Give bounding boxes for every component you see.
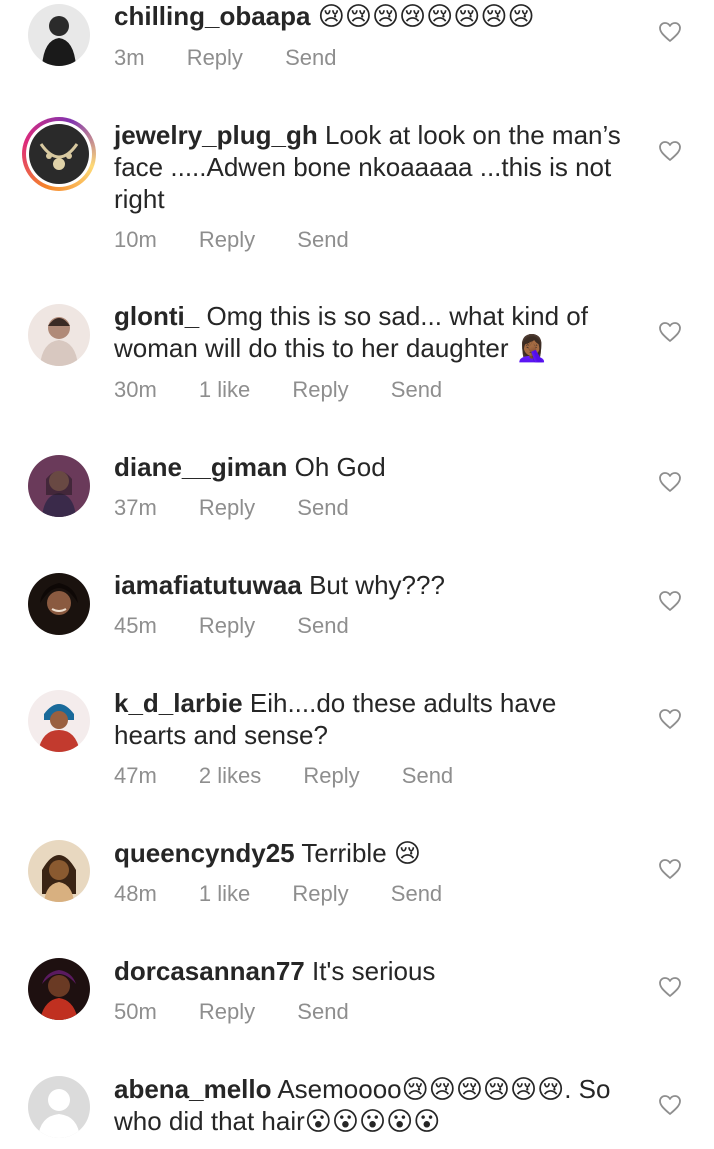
comment-meta: 48m 1 like Reply Send [114,880,478,908]
send-button[interactable]: Send [297,999,348,1024]
comment-username[interactable]: dorcasannan77 [114,956,305,986]
comment-time: 45m [114,613,157,638]
like-count[interactable]: 1 like [199,377,250,402]
comment-meta: 47m 2 likes Reply Send [114,762,489,790]
reply-button[interactable]: Reply [199,227,255,252]
comment-username[interactable]: glonti_ [114,301,199,331]
heart-outline-icon[interactable] [658,857,682,881]
comment-text: It's serious [311,956,436,986]
send-button[interactable]: Send [391,881,442,906]
heart-outline-icon[interactable] [658,975,682,999]
avatar[interactable] [28,455,90,517]
avatar[interactable] [28,690,90,752]
avatar[interactable] [28,573,90,635]
heart-outline-icon[interactable] [658,470,682,494]
like-count[interactable]: 1 like [199,881,250,906]
comment-username[interactable]: iamafiatutuwaa [114,570,302,600]
avatar[interactable] [22,117,96,191]
comment-text: Oh God [294,452,386,482]
reply-button[interactable]: Reply [199,999,255,1024]
send-button[interactable]: Send [297,227,348,252]
comment-time: 10m [114,227,157,252]
comment-time: 37m [114,495,157,520]
comment-meta: 10m Reply Send [114,226,385,254]
heart-outline-icon[interactable] [658,139,682,163]
avatar[interactable] [28,304,90,366]
comment-username[interactable]: jewelry_plug_gh [114,120,318,150]
comment-time: 50m [114,999,157,1024]
comment-time: 47m [114,763,157,788]
like-count[interactable]: 2 likes [199,763,261,788]
comment-time: 48m [114,881,157,906]
comment-meta: 50m Reply Send [114,998,385,1026]
avatar[interactable] [28,4,90,66]
heart-outline-icon[interactable] [658,1093,682,1117]
comment-time: 30m [114,377,157,402]
comment-meta: 37m Reply Send [114,494,385,522]
reply-button[interactable]: Reply [292,881,348,906]
comment-text: 😢😢😢😢😢😢😢😢 [317,1,535,31]
comment-time: 3m [114,45,145,70]
reply-button[interactable]: Reply [292,377,348,402]
comment-meta: 3m Reply Send [114,44,372,72]
comment-username[interactable]: chilling_obaapa [114,1,311,31]
send-button[interactable]: Send [297,495,348,520]
heart-outline-icon[interactable] [658,707,682,731]
comment-meta: 45m Reply Send [114,612,385,640]
reply-button[interactable]: Reply [187,45,243,70]
comment-text: Terrible 😢 [301,838,421,868]
heart-outline-icon[interactable] [658,589,682,613]
avatar-placeholder[interactable] [28,1076,90,1138]
send-button[interactable]: Send [402,763,453,788]
comment-username[interactable]: k_d_larbie [114,688,243,718]
send-button[interactable]: Send [297,613,348,638]
send-button[interactable]: Send [391,377,442,402]
reply-button[interactable]: Reply [199,495,255,520]
comment-meta: 30m 1 like Reply Send [114,376,478,404]
heart-outline-icon[interactable] [658,320,682,344]
reply-button[interactable]: Reply [199,613,255,638]
comment-text: But why??? [309,570,445,600]
avatar[interactable] [28,840,90,902]
send-button[interactable]: Send [285,45,336,70]
comment-username[interactable]: diane__giman [114,452,287,482]
comment-username[interactable]: abena_mello [114,1074,272,1104]
avatar[interactable] [28,958,90,1020]
comment-username[interactable]: queencyndy25 [114,838,295,868]
heart-outline-icon[interactable] [658,20,682,44]
reply-button[interactable]: Reply [303,763,359,788]
